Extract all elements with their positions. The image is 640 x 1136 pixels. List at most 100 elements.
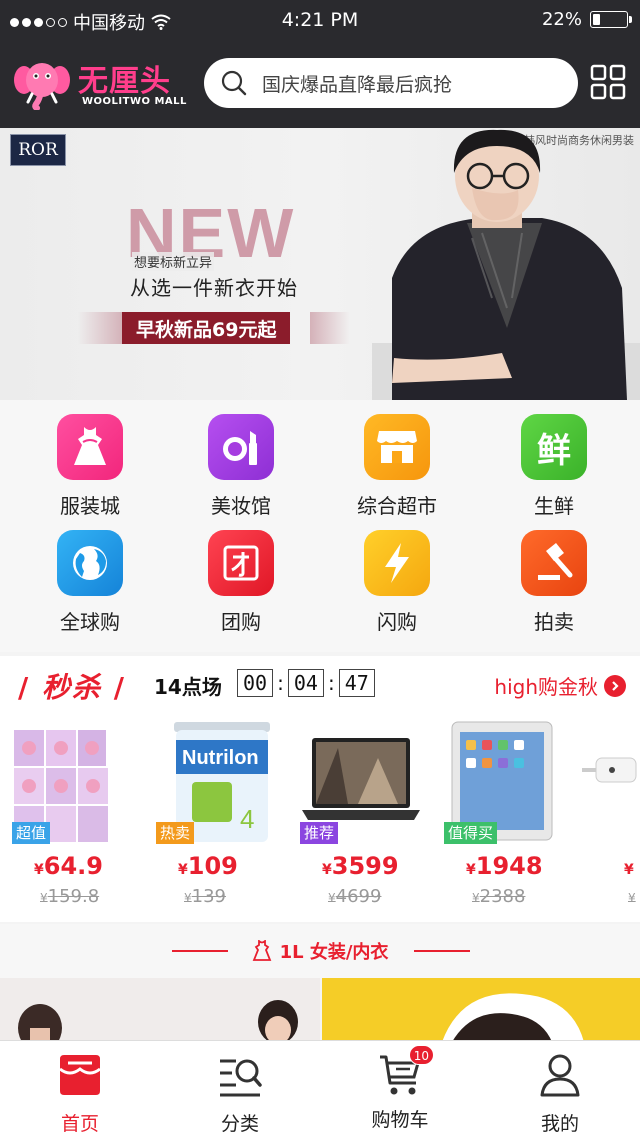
lightning-icon — [364, 530, 430, 596]
flash-sale-items: 超值 ¥64.9 ¥159.8 Nutrilon 4 热卖 ¥109 ¥139 — [0, 718, 640, 918]
category-label: 闪购 — [377, 610, 417, 634]
dress-icon — [57, 414, 123, 480]
category-flash-buy[interactable]: 闪购 — [332, 516, 462, 634]
timer-hours: 00 — [237, 669, 274, 697]
app-logo[interactable]: 无厘头 WOOLITWO MALL — [14, 56, 189, 114]
timer-minutes: 04 — [287, 669, 324, 697]
logo-name: 无厘头 — [78, 64, 171, 99]
flash-sale-title: / 秒杀 / — [18, 671, 126, 704]
cart-count-badge: 10 — [408, 1045, 434, 1065]
product-card[interactable]: 推荐 ¥3599 ¥4699 — [288, 718, 422, 918]
category-label: 美妆馆 — [211, 494, 271, 518]
bottom-tab-bar: 首页 分类 10 购物车 我的 — [0, 1040, 640, 1136]
product-badge: 热卖 — [156, 822, 195, 844]
flash-sale-section: / 秒杀 / 14点场 00 : 04 : 47 high购金秋 超值 ¥64.… — [0, 656, 640, 922]
countdown-timer: 00 : 04 : 47 — [237, 669, 375, 697]
dress-outline-icon — [252, 940, 271, 961]
cart-icon-wrap: 10 — [376, 1045, 434, 1099]
product-price: ¥1948 — [466, 852, 543, 880]
search-bar[interactable]: 国庆爆品直降最后疯抢 — [204, 58, 578, 108]
product-price: ¥3599 — [322, 852, 399, 880]
tab-label: 我的 — [540, 1113, 579, 1135]
product-old-price: ¥159.8 — [40, 886, 100, 907]
category-label: 全球购 — [60, 610, 120, 634]
battery-icon — [590, 11, 632, 28]
flash-sale-session: 14点场 — [154, 675, 222, 699]
product-badge: 超值 — [12, 822, 51, 844]
timer-seconds: 47 — [338, 669, 375, 697]
user-icon — [540, 1054, 580, 1097]
flash-sale-header: / 秒杀 / 14点场 00 : 04 : 47 high购金秋 — [0, 656, 640, 714]
elephant-logo-icon — [14, 63, 70, 110]
home-icon — [59, 1055, 101, 1095]
promo-banner[interactable]: ROR 韩风时尚商务休闲男装 NEW 想要标新立异 从选一件新衣开始 早秋新品6… — [0, 128, 640, 400]
svg-text:4: 4 — [240, 804, 254, 834]
category-beauty[interactable]: 美妆馆 — [176, 400, 306, 518]
tab-profile[interactable]: 我的 — [480, 1041, 640, 1136]
floor-title-label: 1L 女装/内衣 — [279, 942, 389, 963]
product-card[interactable]: 值得买 ¥1948 ¥2388 — [432, 718, 566, 918]
category-group-buy[interactable]: 团购 — [176, 516, 306, 634]
product-card-partial[interactable]: ¥ ¥ — [582, 718, 640, 918]
floor-banner-right[interactable] — [322, 978, 640, 1042]
product-badge: 推荐 — [300, 822, 339, 844]
fresh-icon: 鲜 — [521, 414, 587, 480]
logo-subtitle: WOOLITWO MALL — [82, 96, 187, 107]
category-label: 拍卖 — [534, 610, 574, 634]
category-grid: 服装城 美妆馆 综合超市 鲜 生鲜 全球购 团购 闪购 拍卖 — [0, 400, 640, 652]
svg-text:Nutrilon: Nutrilon — [182, 747, 259, 769]
category-auction[interactable]: 拍卖 — [489, 516, 619, 634]
search-icon — [221, 70, 247, 96]
category-label: 团购 — [221, 610, 261, 634]
tab-label: 首页 — [60, 1113, 99, 1135]
category-label: 生鲜 — [534, 494, 574, 518]
product-price-partial: ¥ — [624, 862, 634, 878]
product-old-price: ¥139 — [184, 886, 226, 907]
floor-banner-left[interactable] — [0, 978, 320, 1042]
chevron-right-icon — [604, 674, 626, 697]
promo-fade-left — [78, 312, 124, 344]
floor-header: 1L 女装/内衣 — [0, 924, 640, 978]
product-old-price: ¥4699 — [328, 886, 382, 907]
category-clothing[interactable]: 服装城 — [25, 400, 155, 518]
product-price: ¥109 — [178, 852, 238, 880]
product-price: ¥64.9 — [34, 852, 103, 880]
category-label: 综合超市 — [357, 494, 437, 518]
group-icon — [208, 530, 274, 596]
promo-fade-right — [310, 312, 350, 344]
tab-home[interactable]: 首页 — [0, 1041, 160, 1136]
tab-label: 分类 — [220, 1113, 259, 1135]
category-supermarket[interactable]: 综合超市 — [332, 400, 462, 518]
banner-tagline-small: 想要标新立异 — [132, 252, 215, 271]
product-badge: 值得买 — [444, 822, 498, 844]
banner-promo: 早秋新品69元起 — [122, 312, 291, 344]
floor-banner-strip[interactable] — [0, 978, 640, 1042]
flash-sale-more-link[interactable]: high购金秋 — [494, 671, 626, 700]
cable-image — [582, 757, 637, 783]
globe-icon — [57, 530, 123, 596]
store-icon — [364, 414, 430, 480]
top-bar: 中国移动 4:21 PM 22% 无厘头 WOOLITWO MALL 国庆爆品直… — [0, 0, 640, 128]
floor-title[interactable]: 1L 女装/内衣 — [0, 938, 640, 964]
category-icon — [220, 1059, 262, 1097]
grid-menu-icon[interactable] — [590, 64, 626, 100]
category-global[interactable]: 全球购 — [25, 516, 155, 634]
more-link-label: high购金秋 — [494, 675, 598, 699]
category-label: 服装城 — [60, 494, 120, 518]
status-bar: 中国移动 4:21 PM 22% — [0, 0, 640, 40]
tab-label: 购物车 — [371, 1109, 429, 1131]
product-card[interactable]: 超值 ¥64.9 ¥159.8 — [0, 718, 134, 918]
tab-cart[interactable]: 10 购物车 — [320, 1041, 480, 1136]
search-placeholder: 国庆爆品直降最后疯抢 — [262, 73, 453, 96]
product-old-price: ¥2388 — [472, 886, 526, 907]
product-card[interactable]: Nutrilon 4 热卖 ¥109 ¥139 — [144, 718, 278, 918]
tab-category[interactable]: 分类 — [160, 1041, 320, 1136]
gavel-icon — [521, 530, 587, 596]
battery-percent: 22% — [541, 9, 582, 30]
brand-logo: ROR — [10, 134, 66, 166]
category-fresh[interactable]: 鲜 生鲜 — [489, 400, 619, 518]
banner-tagline: 从选一件新衣开始 — [130, 276, 298, 300]
product-old-price-partial: ¥ — [628, 891, 636, 905]
model-photo — [372, 129, 640, 400]
makeup-icon — [208, 414, 274, 480]
